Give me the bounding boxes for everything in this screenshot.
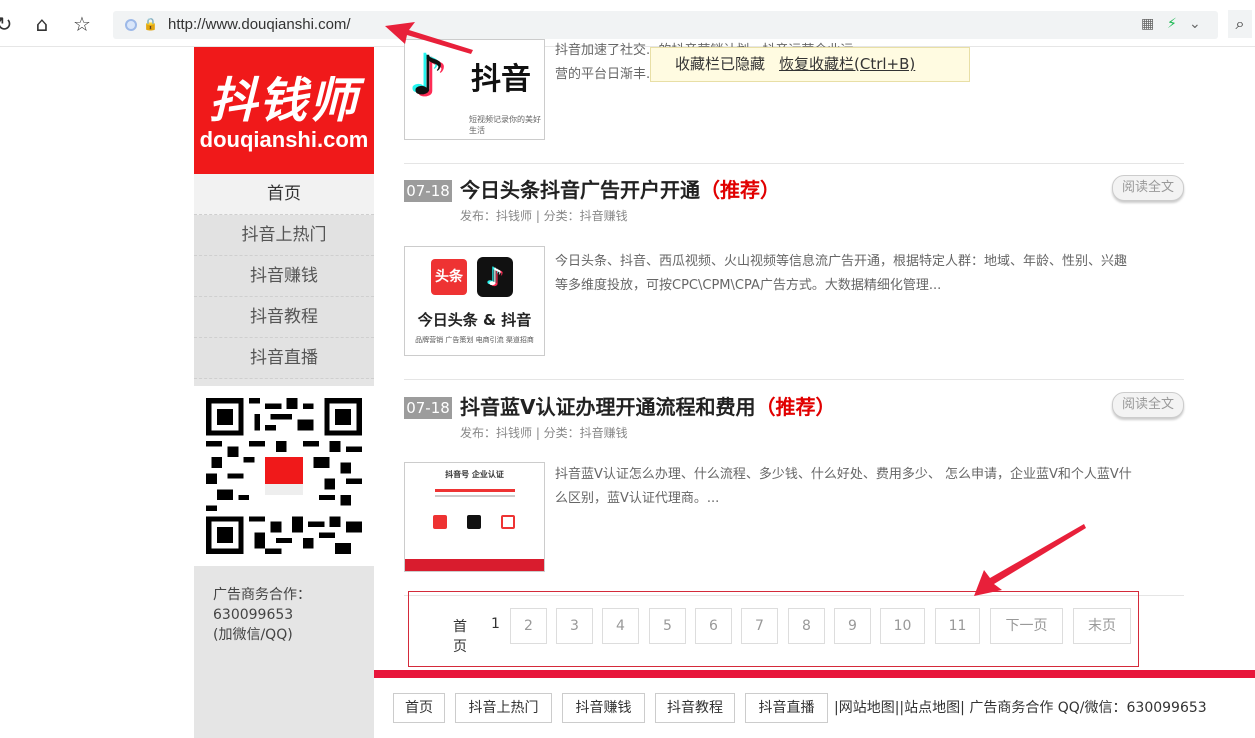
contact-label: 广告商务合作： [213, 587, 311, 603]
insecure-icon[interactable]: 🔒 [143, 17, 158, 31]
divider [404, 379, 1184, 380]
article-date: 07-18 [404, 180, 452, 202]
read-more-button[interactable]: 阅读全文 [1112, 175, 1184, 201]
qr-code-panel [194, 386, 374, 566]
chevron-down-icon[interactable]: ⌄ [1189, 16, 1201, 32]
thumb-title: 抖音号 企业认证 [445, 470, 504, 479]
sidebar-item-home[interactable]: 首页 [194, 174, 374, 215]
restore-bookmarks-link[interactable]: 恢复收藏栏(Ctrl+B) [779, 55, 915, 73]
article-thumbnail-toutiao[interactable]: 头条 ♪ 今日头条 & 抖音 品牌营销 广告策划 电商引流 渠道招商 [404, 246, 545, 356]
footer-link-hot[interactable]: 抖音上热门 [455, 693, 552, 723]
site-logo[interactable]: 抖钱师 douqianshi.com [194, 47, 374, 174]
qr-grid-icon[interactable]: ▦ [1141, 16, 1154, 32]
refresh-icon[interactable]: ↻ [0, 12, 16, 36]
article-thumbnail-bluev[interactable]: 抖音号 企业认证 [404, 462, 545, 572]
page: ↻ ⌂ ☆ 🔒 http://www.douqianshi.com/ ▦ ⚡ ⌄… [0, 0, 1255, 738]
annotation-frame [408, 591, 1139, 667]
footer-link-live[interactable]: 抖音直播 [745, 693, 828, 723]
footer-link-tutorial[interactable]: 抖音教程 [655, 693, 735, 723]
thumb-title: 抖音 [471, 62, 531, 97]
footer-bar [374, 670, 1255, 678]
bookmarks-hidden-notice: 收藏栏已隐藏 恢复收藏栏(Ctrl+B) [650, 47, 970, 82]
summary-line: 么区别，蓝V认证代理商。... [555, 491, 720, 506]
article-summary: 抖音蓝V认证怎么办理、什么流程、多少钱、什么好处、费用多少、 怎么申请，企业蓝V… [555, 463, 1185, 511]
sidebar-item-earn[interactable]: 抖音赚钱 [194, 256, 374, 297]
footer: 首页 抖音上热门 抖音赚钱 抖音教程 抖音直播 |网站地图||站点地图| 广告商… [374, 678, 1255, 738]
sidebar: 抖钱师 douqianshi.com 首页 抖音上热门 抖音赚钱 抖音教程 抖音… [194, 47, 374, 738]
article-meta: 发布：抖钱师 | 分类：抖音赚钱 [460, 426, 628, 440]
contact-note: (加微信/QQ) [213, 627, 293, 643]
footer-link-earn[interactable]: 抖音赚钱 [562, 693, 645, 723]
divider [404, 163, 1184, 164]
summary-line: 等多维度投放，可按CPC\CPM\CPA广告方式。大数据精细化管理... [555, 278, 942, 293]
douyin-logo-icon: ♪ [477, 257, 513, 297]
article-title-text[interactable]: 今日头条抖音广告开户开通 [460, 178, 700, 202]
logo-chinese: 抖钱师 [208, 73, 359, 129]
article-title[interactable]: 今日头条抖音广告开户开通（推荐） [460, 174, 780, 203]
article-title-text[interactable]: 抖音蓝V认证办理开通流程和费用 [460, 395, 755, 419]
read-more-button[interactable]: 阅读全文 [1112, 392, 1184, 418]
recommend-tag: （推荐） [755, 395, 836, 419]
douyin-mini-icon [467, 515, 481, 529]
summary-line: 抖音蓝V认证怎么办理、什么流程、多少钱、什么好处、费用多少、 怎么申请，企业蓝V… [555, 467, 1132, 482]
qr-code-icon [206, 398, 362, 554]
huoshan-mini-icon [501, 515, 515, 529]
globe-icon [125, 19, 137, 31]
arrow-icon [974, 524, 1086, 596]
sidebar-item-hot[interactable]: 抖音上热门 [194, 215, 374, 256]
article-summary: 今日头条、抖音、西瓜视频、火山视频等信息流广告开通，根据特定人群：地域、年龄、性… [555, 250, 1185, 298]
thumb-footer-bar [405, 559, 544, 571]
search-icon[interactable]: ⌕ [1228, 10, 1252, 38]
thumb-line [435, 495, 515, 497]
sidebar-item-live[interactable]: 抖音直播 [194, 338, 374, 379]
toutiao-mini-icon [433, 515, 447, 529]
thumb-caption: 短视频记录你的美好生活 [469, 115, 541, 135]
star-icon[interactable]: ☆ [70, 12, 94, 36]
toutiao-badge: 头条 [431, 259, 467, 295]
footer-info[interactable]: |网站地图||站点地图| 广告商务合作 QQ/微信：630099653 [834, 697, 1207, 717]
arrow-icon [385, 22, 473, 54]
recommend-tag: （推荐） [700, 178, 780, 202]
footer-link-home[interactable]: 首页 [393, 693, 445, 723]
home-icon[interactable]: ⌂ [30, 12, 54, 36]
logo-domain: douqianshi.com [199, 127, 369, 152]
article-date: 07-18 [404, 397, 452, 419]
thumb-caption: 品牌营销 广告策划 电商引流 渠道招商 [415, 336, 534, 344]
sidebar-item-tutorial[interactable]: 抖音教程 [194, 297, 374, 338]
address-bar[interactable]: 🔒 http://www.douqianshi.com/ ▦ ⚡ ⌄ [113, 11, 1218, 39]
article-title[interactable]: 抖音蓝V认证办理开通流程和费用（推荐） [460, 391, 835, 420]
notice-message: 收藏栏已隐藏 [675, 55, 766, 73]
business-contact: 广告商务合作： 630099653 (加微信/QQ) [213, 585, 363, 645]
article-meta: 发布：抖钱师 | 分类：抖音赚钱 [460, 209, 628, 223]
sidebar-nav: 首页 抖音上热门 抖音赚钱 抖音教程 抖音直播 [194, 174, 374, 379]
summary-line: 今日头条、抖音、西瓜视频、火山视频等信息流广告开通，根据特定人群：地域、年龄、性… [555, 254, 1128, 269]
thumb-title: 今日头条 & 抖音 [417, 311, 532, 329]
contact-number: 630099653 [213, 607, 294, 623]
lightning-icon[interactable]: ⚡ [1167, 16, 1177, 32]
thumb-line [435, 489, 515, 492]
url-text[interactable]: http://www.douqianshi.com/ [168, 16, 351, 33]
